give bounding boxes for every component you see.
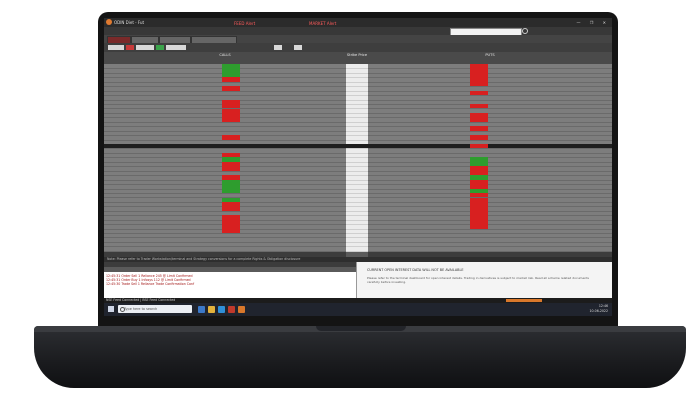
notice-title: CURRENT OPEN INTEREST DATA WILL NOT BE A… bbox=[367, 268, 464, 272]
sell-button[interactable] bbox=[126, 45, 134, 50]
message-line: 12:45:30 Trade Sell 1 Reliance Trade Con… bbox=[106, 282, 195, 286]
taskbar-search[interactable]: Type here to search bbox=[118, 305, 192, 313]
symbol-select[interactable] bbox=[136, 45, 154, 50]
search-icon[interactable] bbox=[522, 28, 528, 34]
odin-app-icon[interactable] bbox=[238, 306, 245, 313]
strike-count-input[interactable] bbox=[274, 45, 282, 50]
screen: ODIN Diet - Fut FEED Alert MARKET Alert … bbox=[104, 18, 612, 316]
alert-indicator[interactable] bbox=[506, 299, 542, 302]
calls-header: CALLS bbox=[104, 52, 346, 64]
strike-column[interactable] bbox=[346, 64, 368, 252]
puts-title: PUTS bbox=[485, 53, 495, 57]
taskbar-search-placeholder: Type here to search bbox=[124, 307, 158, 311]
app-logo-icon bbox=[106, 19, 112, 25]
exchange-select[interactable] bbox=[108, 45, 124, 50]
toolbar bbox=[104, 35, 612, 44]
expiry-select[interactable] bbox=[166, 45, 186, 50]
laptop-notch bbox=[316, 326, 406, 331]
laptop-frame: ODIN Diet - Fut FEED Alert MARKET Alert … bbox=[0, 0, 700, 402]
notice-body: Please refer to the terminal dashboard f… bbox=[367, 276, 589, 284]
taskbar: Type here to search 12:46 10-06-2022 bbox=[104, 303, 612, 316]
notice-panel: CURRENT OPEN INTEREST DATA WILL NOT BE A… bbox=[356, 262, 612, 298]
windows-start-icon[interactable] bbox=[108, 306, 114, 312]
window-controls[interactable]: — ❐ ✕ bbox=[577, 18, 610, 27]
edge-icon[interactable] bbox=[218, 306, 225, 313]
puts-header: PUTS bbox=[368, 52, 612, 64]
buy-button[interactable] bbox=[156, 45, 164, 50]
title-bar: ODIN Diet - Fut FEED Alert MARKET Alert … bbox=[104, 18, 612, 27]
window-title: ODIN Diet - Fut bbox=[114, 20, 145, 25]
message-pane: 12:45:31 Order Sell 1 Reliance 245 @ Lim… bbox=[104, 262, 356, 298]
system-clock[interactable]: 12:46 10-06-2022 bbox=[589, 304, 608, 314]
control-bar bbox=[104, 43, 612, 52]
clock-date: 10-06-2022 bbox=[589, 309, 608, 313]
chrome-icon[interactable] bbox=[228, 306, 235, 313]
menu-bar bbox=[104, 27, 612, 35]
puts-grid[interactable] bbox=[368, 64, 612, 252]
refresh-input[interactable] bbox=[294, 45, 302, 50]
table-row[interactable] bbox=[346, 246, 368, 252]
file-explorer-icon[interactable] bbox=[208, 306, 215, 313]
strike-title: Strike Price bbox=[346, 53, 368, 57]
laptop-base bbox=[34, 326, 686, 388]
strike-header: Strike Price bbox=[346, 52, 368, 64]
calls-title: CALLS bbox=[219, 53, 231, 57]
task-view-icon[interactable] bbox=[198, 306, 205, 313]
message-tabs[interactable] bbox=[104, 267, 356, 272]
calls-grid[interactable] bbox=[104, 64, 346, 252]
